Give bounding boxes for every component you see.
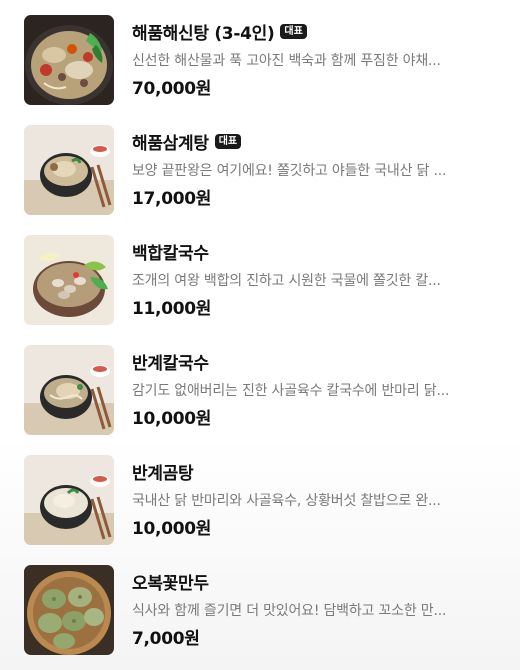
item-name: 반계곰탕: [132, 463, 194, 484]
title-row: 반계칼국수: [132, 349, 209, 374]
item-price: 10,000원: [132, 409, 212, 429]
representative-badge: 대표: [214, 133, 242, 149]
title-row: 오복꽃만두: [132, 569, 209, 594]
menu-item-samgyetang[interactable]: 해품삼계탕 대표 보양 끝판왕은 여기에요! 쫄깃하고 야들한 국내산 닭 ..…: [24, 125, 504, 215]
menu-list: 해품해신탕 (3-4인) 대표 신선한 해산물과 푹 고아진 백숙과 함께 푸짐…: [0, 0, 520, 670]
title-row: 백합칼국수: [132, 239, 209, 264]
representative-badge: 대표: [280, 23, 307, 39]
item-description: 감기도 없애버리는 진한 사골육수 칼국수에 반마리 닭...: [132, 383, 450, 399]
item-price: 10,000원: [132, 519, 212, 539]
item-name: 백합칼국수: [132, 243, 209, 264]
item-description: 신선한 해산물과 푹 고아진 백숙과 함께 푸짐한 야채...: [132, 53, 441, 69]
item-price: 17,000원: [132, 189, 212, 209]
menu-item-seafood-hotpot[interactable]: 해품해신탕 (3-4인) 대표 신선한 해산물과 푹 고아진 백숙과 함께 푸짐…: [24, 15, 504, 105]
samgyetang-photo: [24, 125, 114, 215]
menu-item-half-chicken-noodle[interactable]: 반계칼국수 감기도 없애버리는 진한 사골육수 칼국수에 반마리 닭... 10…: [24, 345, 504, 435]
item-description: 국내산 닭 반마리와 사골육수, 상황버섯 찰밥으로 완...: [132, 493, 441, 509]
seafood-hotpot-photo: [24, 15, 114, 105]
title-row: 반계곰탕: [132, 459, 194, 484]
title-row: 해품삼계탕 대표: [132, 129, 242, 154]
item-description: 조개의 여왕 백합의 진하고 시원한 국물에 쫄깃한 칼...: [132, 273, 441, 289]
dumplings-photo: [24, 565, 114, 655]
item-price: 70,000원: [132, 79, 212, 99]
menu-item-clam-noodle[interactable]: 백합칼국수 조개의 여왕 백합의 진하고 시원한 국물에 쫄깃한 칼... 11…: [24, 235, 504, 325]
item-price: 7,000원: [132, 629, 200, 649]
half-chicken-gomtang-photo: [24, 455, 114, 545]
item-description: 식사와 함께 즐기면 더 맛있어요! 담백하고 꼬소한 만...: [132, 603, 447, 619]
title-row: 해품해신탕 (3-4인) 대표: [132, 19, 307, 44]
item-name: 해품해신탕 (3-4인): [132, 23, 275, 44]
item-description: 보양 끝판왕은 여기에요! 쫄깃하고 야들한 국내산 닭 ...: [132, 163, 447, 179]
item-name: 반계칼국수: [132, 353, 209, 374]
item-price: 11,000원: [132, 299, 212, 319]
item-name: 오복꽃만두: [132, 573, 209, 594]
menu-item-dumplings[interactable]: 오복꽃만두 식사와 함께 즐기면 더 맛있어요! 담백하고 꼬소한 만... 7…: [24, 565, 504, 655]
menu-item-half-chicken-gomtang[interactable]: 반계곰탕 국내산 닭 반마리와 사골육수, 상황버섯 찰밥으로 완... 10,…: [24, 455, 504, 545]
half-chicken-noodle-photo: [24, 345, 114, 435]
clam-noodle-photo: [24, 235, 114, 325]
item-name: 해품삼계탕: [132, 133, 209, 154]
